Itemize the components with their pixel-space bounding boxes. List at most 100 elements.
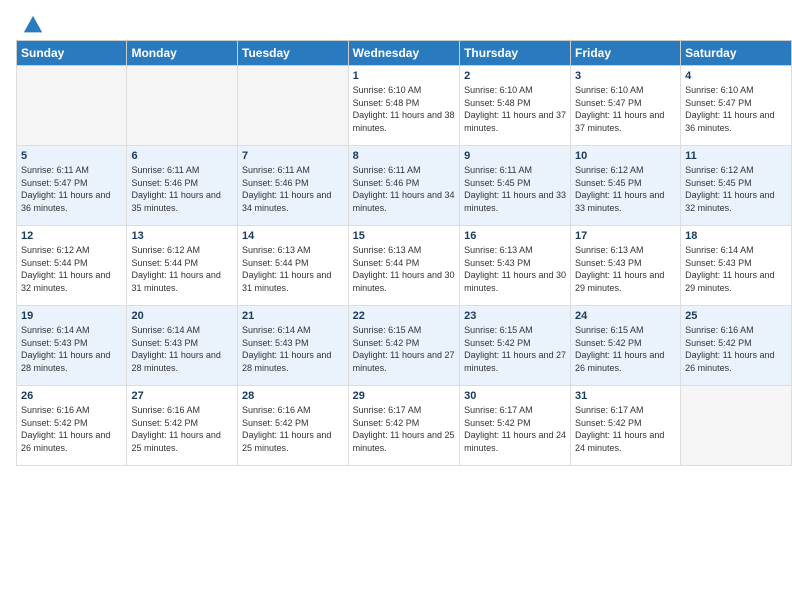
calendar-cell: 26 Sunrise: 6:16 AMSunset: 5:42 PMDayligh… <box>17 386 127 466</box>
calendar-cell: 19 Sunrise: 6:14 AMSunset: 5:43 PMDayligh… <box>17 306 127 386</box>
day-info: Sunrise: 6:15 AMSunset: 5:42 PMDaylight:… <box>464 324 566 374</box>
day-info: Sunrise: 6:12 AMSunset: 5:45 PMDaylight:… <box>685 164 787 214</box>
calendar-cell: 25 Sunrise: 6:16 AMSunset: 5:42 PMDayligh… <box>681 306 792 386</box>
day-number: 26 <box>21 390 122 402</box>
col-header-tuesday: Tuesday <box>238 41 349 66</box>
day-number: 23 <box>464 310 566 322</box>
calendar-cell: 31 Sunrise: 6:17 AMSunset: 5:42 PMDayligh… <box>570 386 680 466</box>
day-info: Sunrise: 6:10 AMSunset: 5:48 PMDaylight:… <box>464 84 566 134</box>
day-info: Sunrise: 6:11 AMSunset: 5:46 PMDaylight:… <box>353 164 455 214</box>
day-info: Sunrise: 6:14 AMSunset: 5:43 PMDaylight:… <box>685 244 787 294</box>
day-info: Sunrise: 6:15 AMSunset: 5:42 PMDaylight:… <box>575 324 676 374</box>
day-number: 7 <box>242 150 344 162</box>
day-number: 24 <box>575 310 676 322</box>
day-number: 20 <box>131 310 233 322</box>
day-number: 22 <box>353 310 455 322</box>
day-number: 21 <box>242 310 344 322</box>
day-number: 13 <box>131 230 233 242</box>
day-info: Sunrise: 6:11 AMSunset: 5:46 PMDaylight:… <box>242 164 344 214</box>
day-info: Sunrise: 6:11 AMSunset: 5:46 PMDaylight:… <box>131 164 233 214</box>
calendar-cell: 22 Sunrise: 6:15 AMSunset: 5:42 PMDayligh… <box>348 306 459 386</box>
day-number: 17 <box>575 230 676 242</box>
day-info: Sunrise: 6:10 AMSunset: 5:47 PMDaylight:… <box>575 84 676 134</box>
calendar-container: SundayMondayTuesdayWednesdayThursdayFrid… <box>0 40 792 474</box>
day-info: Sunrise: 6:11 AMSunset: 5:47 PMDaylight:… <box>21 164 122 214</box>
calendar-cell: 8 Sunrise: 6:11 AMSunset: 5:46 PMDaylight… <box>348 146 459 226</box>
calendar-cell: 1 Sunrise: 6:10 AMSunset: 5:48 PMDaylight… <box>348 66 459 146</box>
calendar-cell <box>681 386 792 466</box>
day-number: 15 <box>353 230 455 242</box>
day-info: Sunrise: 6:13 AMSunset: 5:44 PMDaylight:… <box>242 244 344 294</box>
day-number: 16 <box>464 230 566 242</box>
calendar-header-row: SundayMondayTuesdayWednesdayThursdayFrid… <box>17 41 792 66</box>
calendar-cell: 14 Sunrise: 6:13 AMSunset: 5:44 PMDayligh… <box>238 226 349 306</box>
calendar-week-row: 12 Sunrise: 6:12 AMSunset: 5:44 PMDayligh… <box>17 226 792 306</box>
col-header-thursday: Thursday <box>460 41 571 66</box>
day-number: 12 <box>21 230 122 242</box>
day-number: 31 <box>575 390 676 402</box>
day-info: Sunrise: 6:11 AMSunset: 5:45 PMDaylight:… <box>464 164 566 214</box>
day-number: 19 <box>21 310 122 322</box>
day-info: Sunrise: 6:16 AMSunset: 5:42 PMDaylight:… <box>242 404 344 454</box>
day-number: 3 <box>575 70 676 82</box>
calendar-cell: 10 Sunrise: 6:12 AMSunset: 5:45 PMDayligh… <box>570 146 680 226</box>
calendar-cell: 27 Sunrise: 6:16 AMSunset: 5:42 PMDayligh… <box>127 386 238 466</box>
day-number: 2 <box>464 70 566 82</box>
day-info: Sunrise: 6:14 AMSunset: 5:43 PMDaylight:… <box>242 324 344 374</box>
day-info: Sunrise: 6:10 AMSunset: 5:48 PMDaylight:… <box>353 84 455 134</box>
logo-icon <box>22 14 44 36</box>
calendar-cell: 3 Sunrise: 6:10 AMSunset: 5:47 PMDaylight… <box>570 66 680 146</box>
calendar-week-row: 19 Sunrise: 6:14 AMSunset: 5:43 PMDayligh… <box>17 306 792 386</box>
day-number: 27 <box>131 390 233 402</box>
page-header <box>0 0 792 40</box>
calendar-cell: 24 Sunrise: 6:15 AMSunset: 5:42 PMDayligh… <box>570 306 680 386</box>
day-number: 5 <box>21 150 122 162</box>
day-info: Sunrise: 6:17 AMSunset: 5:42 PMDaylight:… <box>575 404 676 454</box>
day-info: Sunrise: 6:13 AMSunset: 5:43 PMDaylight:… <box>575 244 676 294</box>
day-info: Sunrise: 6:15 AMSunset: 5:42 PMDaylight:… <box>353 324 455 374</box>
day-number: 11 <box>685 150 787 162</box>
day-number: 10 <box>575 150 676 162</box>
col-header-friday: Friday <box>570 41 680 66</box>
day-info: Sunrise: 6:13 AMSunset: 5:43 PMDaylight:… <box>464 244 566 294</box>
calendar-week-row: 26 Sunrise: 6:16 AMSunset: 5:42 PMDayligh… <box>17 386 792 466</box>
calendar-cell: 9Sunrise: 6:11 AMSunset: 5:45 PMDaylight… <box>460 146 571 226</box>
day-number: 14 <box>242 230 344 242</box>
day-info: Sunrise: 6:16 AMSunset: 5:42 PMDaylight:… <box>21 404 122 454</box>
calendar-cell: 20 Sunrise: 6:14 AMSunset: 5:43 PMDayligh… <box>127 306 238 386</box>
calendar-cell: 30Sunrise: 6:17 AMSunset: 5:42 PMDayligh… <box>460 386 571 466</box>
day-number: 4 <box>685 70 787 82</box>
day-info: Sunrise: 6:12 AMSunset: 5:44 PMDaylight:… <box>131 244 233 294</box>
day-info: Sunrise: 6:10 AMSunset: 5:47 PMDaylight:… <box>685 84 787 134</box>
day-number: 1 <box>353 70 455 82</box>
day-number: 6 <box>131 150 233 162</box>
calendar-cell: 18 Sunrise: 6:14 AMSunset: 5:43 PMDayligh… <box>681 226 792 306</box>
calendar-cell: 6 Sunrise: 6:11 AMSunset: 5:46 PMDaylight… <box>127 146 238 226</box>
calendar-cell: 12 Sunrise: 6:12 AMSunset: 5:44 PMDayligh… <box>17 226 127 306</box>
day-info: Sunrise: 6:14 AMSunset: 5:43 PMDaylight:… <box>131 324 233 374</box>
day-info: Sunrise: 6:16 AMSunset: 5:42 PMDaylight:… <box>685 324 787 374</box>
calendar-week-row: 1 Sunrise: 6:10 AMSunset: 5:48 PMDaylight… <box>17 66 792 146</box>
day-number: 18 <box>685 230 787 242</box>
day-info: Sunrise: 6:16 AMSunset: 5:42 PMDaylight:… <box>131 404 233 454</box>
col-header-wednesday: Wednesday <box>348 41 459 66</box>
day-number: 30 <box>464 390 566 402</box>
calendar-cell: 4 Sunrise: 6:10 AMSunset: 5:47 PMDaylight… <box>681 66 792 146</box>
day-number: 25 <box>685 310 787 322</box>
calendar-cell <box>127 66 238 146</box>
day-info: Sunrise: 6:14 AMSunset: 5:43 PMDaylight:… <box>21 324 122 374</box>
calendar-cell: 11 Sunrise: 6:12 AMSunset: 5:45 PMDayligh… <box>681 146 792 226</box>
calendar-table: SundayMondayTuesdayWednesdayThursdayFrid… <box>16 40 792 466</box>
day-number: 29 <box>353 390 455 402</box>
calendar-cell: 15 Sunrise: 6:13 AMSunset: 5:44 PMDayligh… <box>348 226 459 306</box>
calendar-cell <box>238 66 349 146</box>
day-number: 8 <box>353 150 455 162</box>
calendar-cell: 29Sunrise: 6:17 AMSunset: 5:42 PMDayligh… <box>348 386 459 466</box>
day-info: Sunrise: 6:13 AMSunset: 5:44 PMDaylight:… <box>353 244 455 294</box>
calendar-cell: 2 Sunrise: 6:10 AMSunset: 5:48 PMDaylight… <box>460 66 571 146</box>
day-info: Sunrise: 6:12 AMSunset: 5:45 PMDaylight:… <box>575 164 676 214</box>
calendar-cell <box>17 66 127 146</box>
calendar-cell: 13 Sunrise: 6:12 AMSunset: 5:44 PMDayligh… <box>127 226 238 306</box>
day-info: Sunrise: 6:12 AMSunset: 5:44 PMDaylight:… <box>21 244 122 294</box>
calendar-cell: 17 Sunrise: 6:13 AMSunset: 5:43 PMDayligh… <box>570 226 680 306</box>
